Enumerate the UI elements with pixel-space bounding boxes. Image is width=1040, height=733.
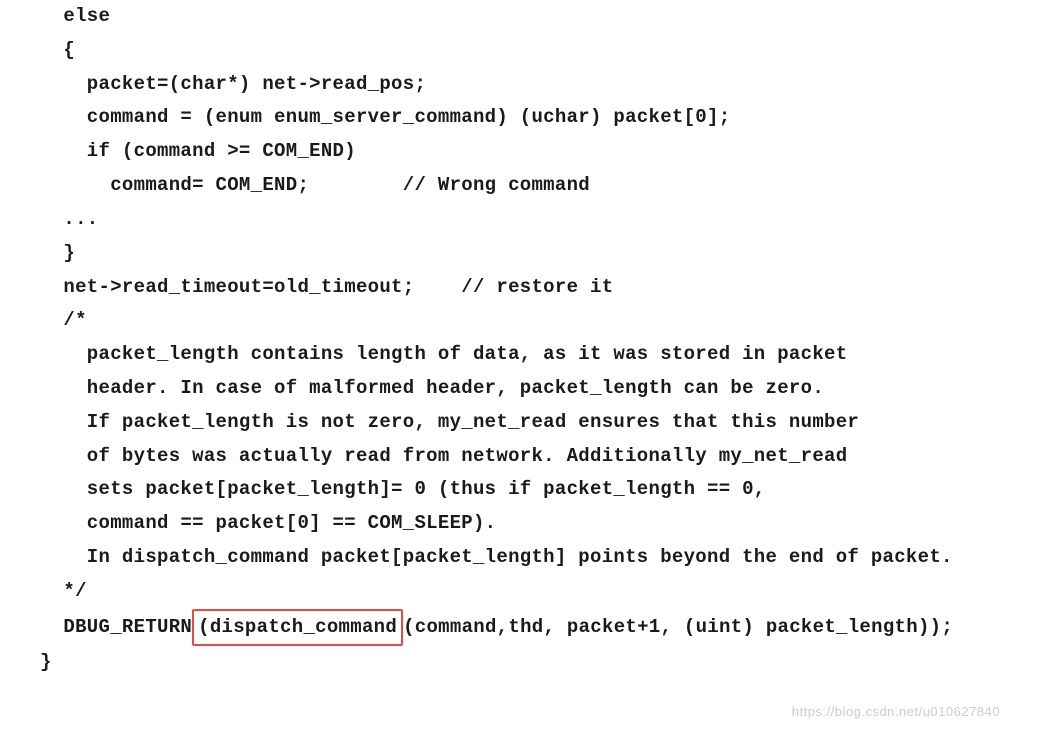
code-line: header. In case of malformed header, pac… — [40, 372, 1000, 406]
code-text: (command,thd, packet+1, (uint) packet_le… — [403, 616, 953, 638]
code-line: /* — [40, 304, 1000, 338]
code-line: of bytes was actually read from network.… — [40, 440, 1000, 474]
code-line: If packet_length is not zero, my_net_rea… — [40, 406, 1000, 440]
watermark-text: https://blog.csdn.net/u010627840 — [792, 700, 1000, 723]
code-line: packet_length contains length of data, a… — [40, 338, 1000, 372]
code-line: if (command >= COM_END) — [40, 135, 1000, 169]
highlight-box: (dispatch_command — [192, 609, 403, 647]
code-line: net->read_timeout=old_timeout; // restor… — [40, 271, 1000, 305]
code-block: else { packet=(char*) net->read_pos; com… — [40, 0, 1000, 680]
code-line: command = (enum enum_server_command) (uc… — [40, 101, 1000, 135]
code-line: } — [40, 646, 1000, 680]
code-line: } — [40, 237, 1000, 271]
code-line: sets packet[packet_length]= 0 (thus if p… — [40, 473, 1000, 507]
code-line: packet=(char*) net->read_pos; — [40, 68, 1000, 102]
code-line: command= COM_END; // Wrong command — [40, 169, 1000, 203]
code-line-highlighted: DBUG_RETURN(dispatch_command(command,thd… — [40, 609, 1000, 647]
code-line: { — [40, 34, 1000, 68]
code-text: DBUG_RETURN — [40, 616, 192, 638]
code-line: In dispatch_command packet[packet_length… — [40, 541, 1000, 575]
code-line: command == packet[0] == COM_SLEEP). — [40, 507, 1000, 541]
code-line: ... — [40, 203, 1000, 237]
code-line: else — [40, 0, 1000, 34]
code-line: */ — [40, 575, 1000, 609]
